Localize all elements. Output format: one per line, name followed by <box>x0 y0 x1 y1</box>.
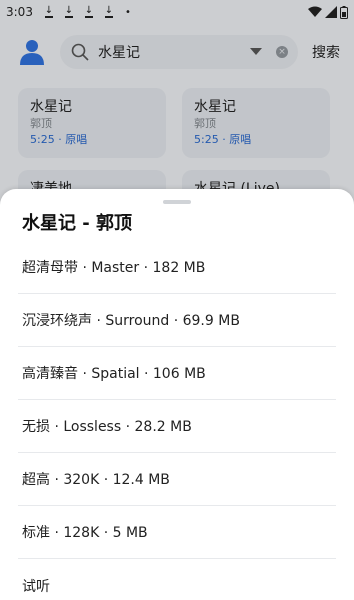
quality-option[interactable]: 标准 · 128K · 5 MB <box>18 506 336 559</box>
quality-option[interactable]: 超高 · 320K · 12.4 MB <box>18 453 336 506</box>
quality-option[interactable]: 沉浸环绕声 · Surround · 69.9 MB <box>18 294 336 347</box>
quality-bottom-sheet: 水星记 - 郭顶 超清母带 · Master · 182 MB 沉浸环绕声 · … <box>0 189 354 600</box>
quality-options-list: 超清母带 · Master · 182 MB 沉浸环绕声 · Surround … <box>0 241 354 600</box>
quality-option[interactable]: 高清臻音 · Spatial · 106 MB <box>18 347 336 400</box>
quality-option[interactable]: 无损 · Lossless · 28.2 MB <box>18 400 336 453</box>
drag-handle[interactable] <box>163 200 191 204</box>
quality-option[interactable]: 试听 <box>18 559 336 600</box>
sheet-title: 水星记 - 郭顶 <box>22 213 133 234</box>
quality-option[interactable]: 超清母带 · Master · 182 MB <box>18 241 336 294</box>
